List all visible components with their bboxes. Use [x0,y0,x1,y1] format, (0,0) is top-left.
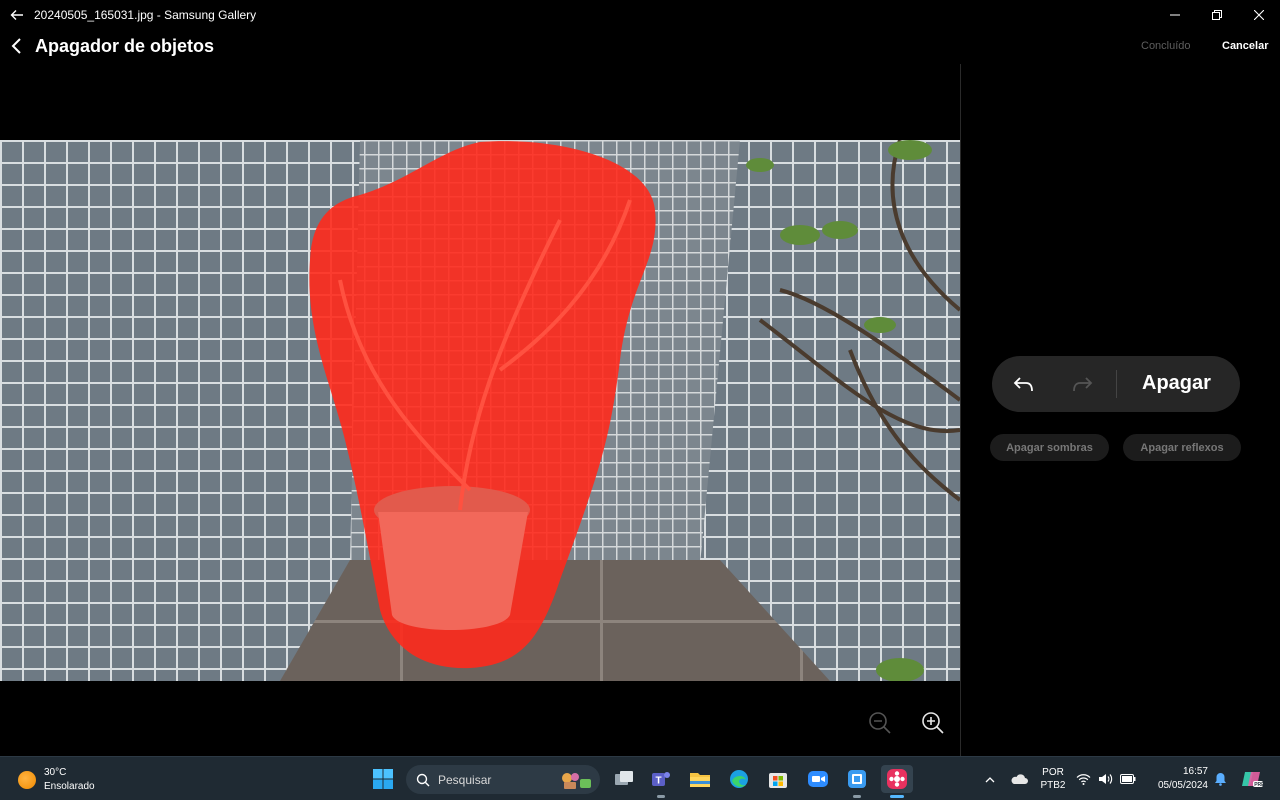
minimize-icon[interactable] [1154,0,1196,30]
close-icon[interactable] [1238,0,1280,30]
notification-bell-icon[interactable] [1210,757,1230,800]
language-indicator[interactable]: POR PTB2 [1036,757,1070,800]
chevron-left-icon[interactable] [6,35,28,57]
clock-date: 05/05/2024 [1157,780,1208,791]
taskbar: 30°C Ensolarado Pesquisar T POR PTB2 16:… [0,756,1280,800]
task-view-icon[interactable] [610,765,638,793]
back-arrow-icon[interactable] [0,0,34,30]
panel-divider [960,64,961,756]
cancel-button[interactable]: Cancelar [1222,40,1268,52]
chevron-up-icon[interactable] [980,757,1000,800]
search-icon [416,773,430,786]
samsung-gallery-icon[interactable] [881,765,913,798]
pill-separator [1116,370,1117,398]
svg-text:T: T [656,776,662,787]
weather-widget[interactable]: 30°C Ensolarado [18,766,95,794]
zoom-app-icon[interactable] [804,765,832,793]
file-explorer-icon[interactable] [686,765,714,793]
keyboard-layout: PTB2 [1040,780,1066,791]
edge-icon[interactable] [725,765,753,793]
search-highlight-icon [560,770,594,790]
window-titlebar: 20240505_165031.jpg - Samsung Gallery [0,0,1280,30]
taskbar-search[interactable]: Pesquisar [406,765,600,794]
weather-condition: Ensolarado [44,781,95,792]
svg-text:PRE: PRE [1254,782,1263,788]
editor-header: Apagador de objetos Concluído Cancelar [0,30,1280,64]
done-button[interactable]: Concluído [1141,40,1191,52]
battery-icon [1120,774,1136,784]
undo-icon[interactable] [1012,372,1036,396]
windows-start-icon[interactable] [369,765,397,793]
zoom-in-icon[interactable] [921,711,945,735]
wifi-icon [1076,774,1091,785]
onedrive-cloud-icon[interactable] [1008,757,1030,800]
microsoft-store-icon[interactable] [764,765,792,793]
search-placeholder: Pesquisar [438,772,492,787]
sun-icon [18,771,36,789]
clock-time: 16:57 [1182,766,1208,777]
restore-icon[interactable] [1196,0,1238,30]
zoom-out-icon[interactable] [868,711,892,735]
window-title: 20240505_165031.jpg - Samsung Gallery [34,8,257,22]
clock[interactable]: 16:57 05/05/2024 [1144,757,1208,800]
photo-image [0,140,960,681]
volume-icon [1099,774,1113,784]
erase-controls: Apagar [992,356,1240,412]
erase-shadows-button[interactable]: Apagar sombras [990,434,1109,461]
weather-temp: 30°C [44,767,67,778]
erase-button[interactable]: Apagar [1142,372,1211,395]
quick-settings[interactable] [1076,757,1136,800]
teams-icon[interactable]: T [647,765,675,798]
erase-reflections-button[interactable]: Apagar reflexos [1123,434,1241,461]
redo-icon[interactable] [1070,372,1094,396]
photo-canvas[interactable] [0,140,960,681]
remote-app-icon[interactable] [843,765,871,798]
copilot-icon[interactable]: PRE [1238,757,1266,800]
language-code: POR [1042,767,1064,778]
page-title: Apagador de objetos [35,36,215,56]
